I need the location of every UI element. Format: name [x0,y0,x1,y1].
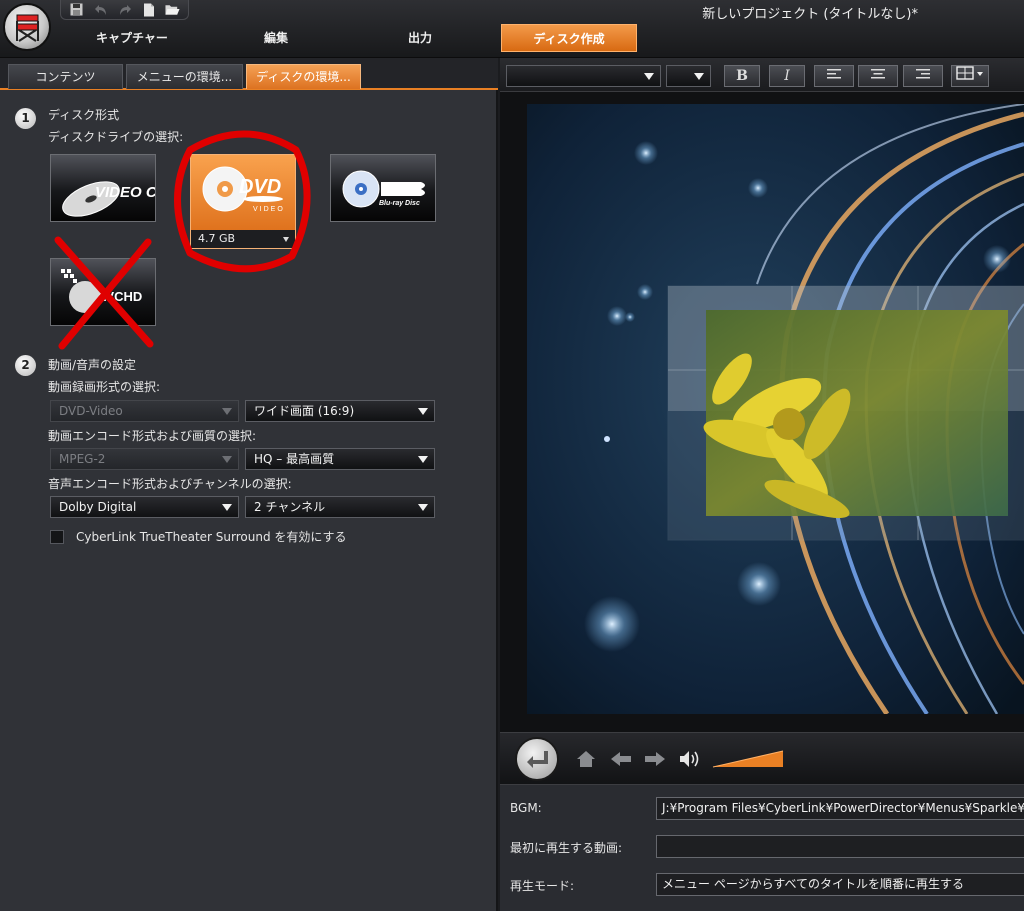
tab-create-disc[interactable]: ディスク作成 [501,24,637,52]
new-file-icon[interactable] [141,3,156,17]
undo-icon[interactable] [93,3,108,17]
dvd-logo-text: DVD [239,176,281,198]
play-mode-label: 再生モード: [510,879,575,893]
audio-channel-select[interactable]: 2 チャンネル [245,496,435,518]
audio-format-select[interactable]: Dolby Digital [50,496,239,518]
surround-checkbox[interactable] [50,530,64,544]
first-play-label: 最初に再生する動画: [510,841,623,855]
disc-option-dvd[interactable]: DVD VIDEO 4.7 GB [190,154,296,249]
dvd-video-logo: DVD VIDEO [202,166,285,213]
disc-option-bluray[interactable]: Blu-ray Disc [330,154,436,222]
step-number-2: 2 [15,355,36,376]
save-icon[interactable] [69,3,84,17]
align-right-button[interactable] [903,65,943,87]
playback-controls [500,732,1024,784]
menu-background-image [527,104,1024,714]
window-title: 新しいプロジェクト (タイトルなし)* [702,7,918,22]
align-left-icon [827,69,841,79]
app-logo[interactable] [3,3,51,51]
volume-icon[interactable] [679,749,701,769]
step-number-1: 1 [15,108,36,129]
prev-arrow-icon[interactable] [610,751,632,767]
bluray-logo: Blu-ray Disc [342,170,425,208]
volume-slider[interactable] [711,749,785,769]
vcd-logo-text: VIDEO CD [95,184,156,201]
align-center-icon [871,69,885,79]
grid-layout-button[interactable] [951,65,989,87]
bgm-path-field[interactable]: J:¥Program Files¥CyberLink¥PowerDirector… [656,797,1024,820]
open-folder-icon[interactable] [165,3,180,17]
disc-option-vcd[interactable]: VIDEO CD [50,154,156,222]
video-format-value: DVD-Video [59,404,123,418]
text-format-toolbar: B I [500,58,1024,92]
director-chair-icon [16,14,39,42]
disc-option-avchd[interactable]: AVCHD [50,258,156,326]
chevron-down-icon [644,73,654,80]
video-cd-logo: VIDEO CD [62,181,156,217]
bold-button[interactable]: B [724,65,760,87]
tab-edit[interactable]: 編集 [204,24,348,52]
sub-tabs: コンテンツ メニューの環境... ディスクの環境... [0,58,498,90]
disc-drive-label: ディスクドライブの選択: [48,130,184,144]
align-left-button[interactable] [814,65,854,87]
video-format-select: DVD-Video [50,400,239,422]
dvd-logo-subtext: VIDEO [253,206,285,213]
video-quality-value: HQ – 最高画質 [254,452,335,466]
audio-format-value: Dolby Digital [59,500,137,514]
avchd-logo: AVCHD [61,269,142,313]
disc-settings-panel: コンテンツ メニューの環境... ディスクの環境... 1 ディスク形式 ディス… [0,58,498,911]
tab-menu-preferences[interactable]: メニューの環境... [126,64,243,89]
italic-button[interactable]: I [769,65,805,87]
chevron-down-icon [222,504,232,511]
menu-preview-canvas[interactable] [527,104,1024,714]
menu-properties: BGM: J:¥Program Files¥CyberLink¥PowerDir… [500,784,1024,911]
align-center-button[interactable] [858,65,898,87]
redo-icon[interactable] [117,3,132,17]
bgm-label: BGM: [510,801,542,815]
quick-access-toolbar [60,0,189,20]
surround-label: CyberLink TrueTheater Surround を有効にする [76,530,347,544]
app-window: 新しいプロジェクト (タイトルなし)* キャプチャー 編集 出力 ディスク作成 … [0,0,1024,911]
video-encode-label: 動画エンコード形式および画質の選択: [48,429,257,443]
back-circle-button[interactable] [515,737,559,781]
tab-disc-preferences[interactable]: ディスクの環境... [246,64,361,89]
preview-area [500,92,1024,732]
capacity-dropdown-icon[interactable] [283,237,289,243]
grid-layout-icon [956,66,983,80]
chevron-down-icon [694,73,704,80]
font-size-select[interactable] [666,65,711,87]
video-quality-select[interactable]: HQ – 最高画質 [245,448,435,470]
play-mode-field[interactable]: メニュー ページからすべてのタイトルを順番に再生する [656,873,1024,896]
av-settings-title: 動画/音声の設定 [48,358,137,372]
aspect-ratio-value: ワイド画面 (16:9) [254,404,355,418]
chevron-down-icon [418,456,428,463]
bluray-logo-text: Blu-ray Disc [379,200,420,207]
align-right-icon [916,69,930,79]
menu-preview-panel: B I BGM: J:¥Program Files¥CyberLink¥Powe… [500,58,1024,911]
dvd-capacity-label: 4.7 GB [191,230,295,248]
tab-capture[interactable]: キャプチャー [60,24,204,52]
chevron-down-icon [222,408,232,415]
main-mode-tabs: キャプチャー 編集 出力 ディスク作成 [60,24,637,52]
tab-content[interactable]: コンテンツ [8,64,123,89]
chevron-down-icon [222,456,232,463]
chevron-down-icon [418,408,428,415]
back-circle-icon [527,751,548,768]
video-encode-select: MPEG-2 [50,448,239,470]
video-format-label: 動画録画形式の選択: [48,380,161,394]
tab-produce[interactable]: 出力 [348,24,492,52]
audio-encode-label: 音声エンコード形式およびチャンネルの選択: [48,477,292,491]
avchd-logo-text: AVCHD [97,289,142,304]
home-icon[interactable] [576,750,596,768]
title-bar: 新しいプロジェクト (タイトルなし)* キャプチャー 編集 出力 ディスク作成 [0,0,1024,58]
font-family-select[interactable] [506,65,661,87]
chevron-down-icon [418,504,428,511]
disc-format-title: ディスク形式 [48,108,120,122]
first-play-field[interactable] [656,835,1024,858]
video-encode-value: MPEG-2 [59,452,106,466]
aspect-ratio-select[interactable]: ワイド画面 (16:9) [245,400,435,422]
next-arrow-icon[interactable] [644,751,666,767]
audio-channel-value: 2 チャンネル [254,500,326,514]
